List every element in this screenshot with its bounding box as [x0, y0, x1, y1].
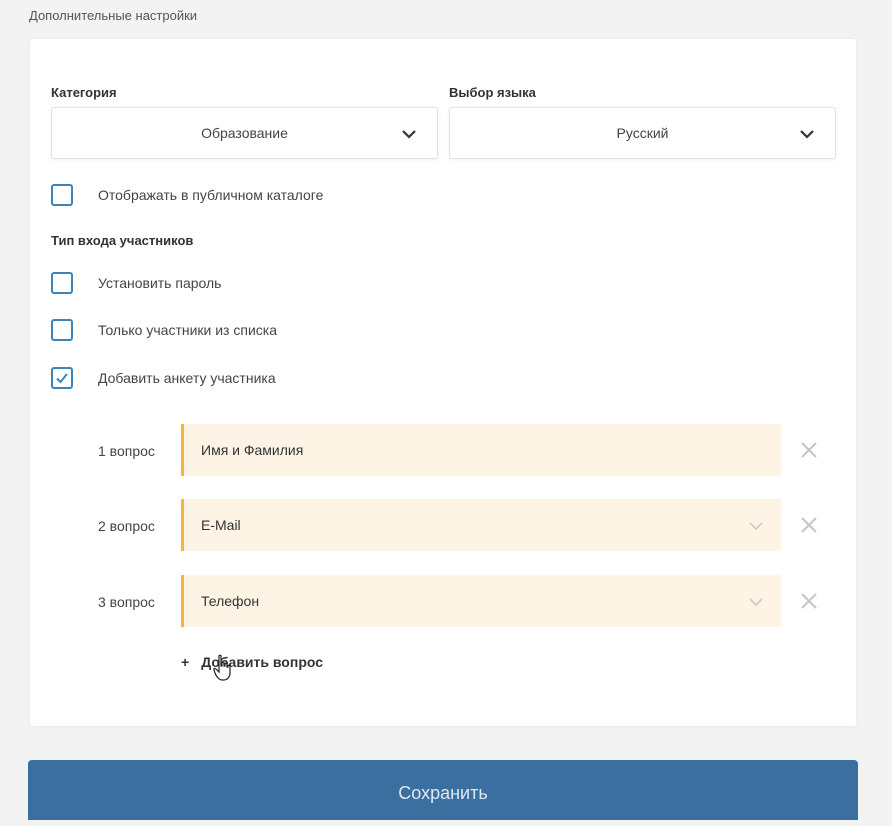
question-2-field[interactable]: E-Mail — [181, 499, 781, 551]
question-1-value: Имя и Фамилия — [201, 442, 304, 458]
question-1-field[interactable]: Имя и Фамилия — [181, 424, 781, 476]
public-catalog-label: Отображать в публичном каталоге — [98, 187, 324, 203]
plus-icon: + — [181, 654, 190, 670]
section-title: Дополнительные настройки — [29, 8, 198, 23]
entry-type-title: Тип входа участников — [51, 233, 194, 248]
save-button[interactable]: Сохранить — [28, 760, 858, 820]
list-only-label: Только участники из списка — [98, 322, 277, 338]
add-form-checkbox[interactable] — [51, 367, 73, 389]
question-1-label: 1 вопрос — [98, 443, 155, 459]
list-only-checkbox[interactable] — [51, 319, 73, 341]
chevron-down-icon — [799, 126, 815, 142]
category-select[interactable]: Образование — [51, 107, 438, 159]
question-2-label: 2 вопрос — [98, 518, 155, 534]
set-password-checkbox[interactable] — [51, 272, 73, 294]
chevron-down-icon — [401, 126, 417, 142]
question-2-remove-icon[interactable] — [799, 515, 819, 535]
add-form-label: Добавить анкету участника — [98, 370, 276, 386]
category-value: Образование — [201, 125, 288, 141]
question-3-remove-icon[interactable] — [799, 591, 819, 611]
category-label: Категория — [51, 85, 117, 100]
set-password-label: Установить пароль — [98, 275, 222, 291]
chevron-down-icon — [749, 595, 763, 613]
language-select[interactable]: Русский — [449, 107, 836, 159]
question-3-value: Телефон — [201, 593, 260, 609]
hand-cursor-icon — [212, 654, 234, 687]
question-3-field[interactable]: Телефон — [181, 575, 781, 627]
public-catalog-checkbox[interactable] — [51, 184, 73, 206]
add-question-button[interactable]: + Добавить вопрос — [181, 654, 323, 670]
chevron-down-icon — [749, 519, 763, 537]
question-1-remove-icon[interactable] — [799, 440, 819, 460]
language-value: Русский — [616, 125, 669, 141]
language-label: Выбор языка — [449, 85, 536, 100]
question-3-label: 3 вопрос — [98, 594, 155, 610]
question-2-value: E-Mail — [201, 517, 241, 533]
check-icon — [56, 373, 68, 384]
